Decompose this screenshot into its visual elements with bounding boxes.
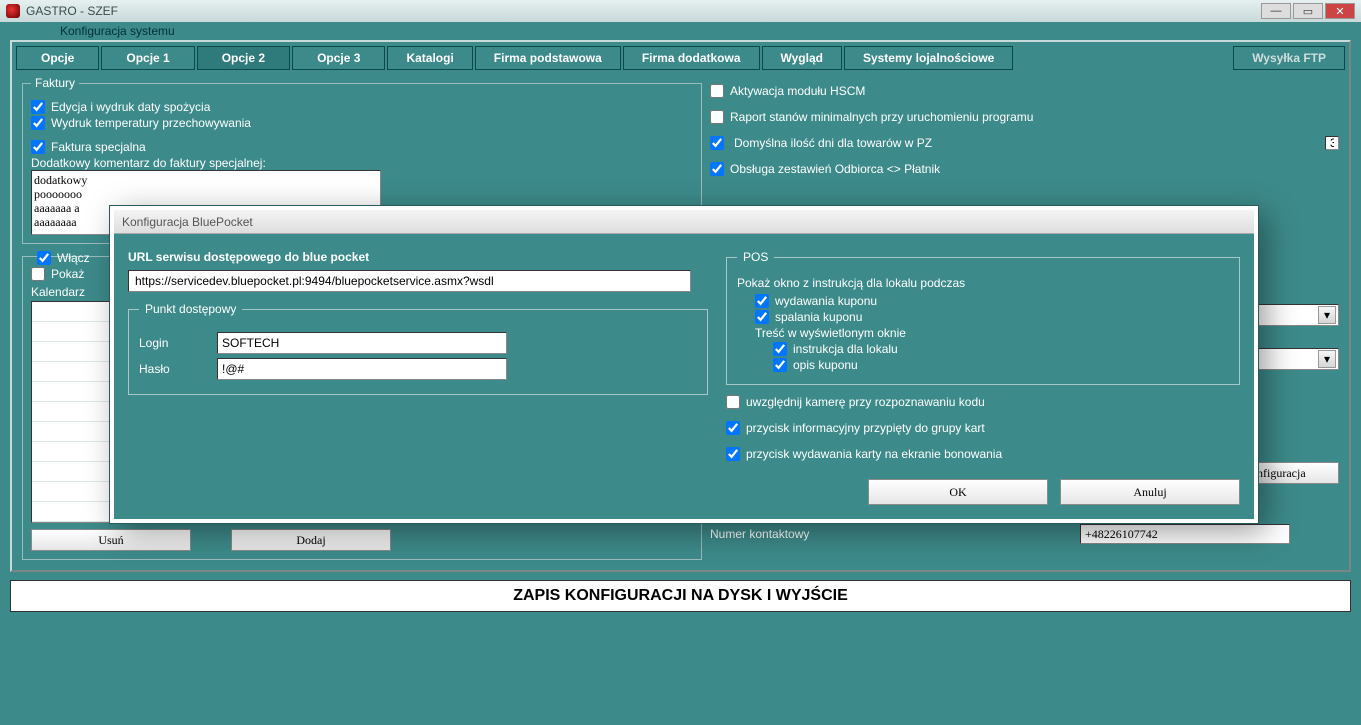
chk-odbiorca-platnik[interactable] — [710, 162, 724, 176]
zapis-wyjscie-button[interactable]: ZAPIS KONFIGURACJI NA DYSK I WYJŚCIE — [10, 580, 1351, 612]
input-dni-pz[interactable] — [1325, 136, 1339, 150]
chk-spalania-kuponu[interactable] — [755, 310, 769, 324]
punkt-dostepowy-fieldset: Punkt dostępowy Login Hasło — [128, 302, 708, 395]
lbl-hscm: Aktywacja modułu HSCM — [730, 84, 865, 98]
lbl-opis-kuponu: opis kuponu — [793, 358, 858, 372]
pos-header: Pokaż okno z instrukcją dla lokalu podcz… — [737, 276, 1229, 290]
app-icon — [6, 4, 20, 18]
label-haslo: Hasło — [139, 362, 209, 376]
lbl-wydawania-kuponu: wydawania kuponu — [775, 294, 877, 308]
pos-fieldset: POS Pokaż okno z instrukcją dla lokalu p… — [726, 250, 1240, 385]
punkt-dostepowy-legend: Punkt dostępowy — [139, 302, 242, 316]
lbl-pokaz: Pokaż — [51, 267, 84, 281]
label-login: Login — [139, 336, 209, 350]
chk-opis-kuponu[interactable] — [773, 358, 787, 372]
tab-firma-dodatkowa[interactable]: Firma dodatkowa — [623, 46, 760, 70]
chk-hscm[interactable] — [710, 84, 724, 98]
dialog-title: Konfiguracja BluePocket — [114, 210, 1254, 234]
lbl-dni-pz: Domyślna ilość dni dla towarów w PZ — [734, 136, 932, 150]
tab-firma-podstawowa[interactable]: Firma podstawowa — [475, 46, 621, 70]
input-url-serwisu[interactable] — [128, 270, 691, 292]
chevron-down-icon: ▾ — [1318, 306, 1336, 324]
label-url-serwisu: URL serwisu dostępowego do blue pocket — [128, 250, 708, 264]
ok-button[interactable]: OK — [868, 479, 1048, 505]
label-dodatkowy-komentarz: Dodatkowy komentarz do faktury specjalne… — [31, 156, 693, 170]
minimize-button[interactable]: — — [1261, 3, 1291, 19]
label-numer-kontaktowy: Numer kontaktowy — [710, 527, 1070, 541]
chevron-down-icon: ▾ — [1318, 350, 1336, 368]
tab-opcje3[interactable]: Opcje 3 — [292, 46, 385, 70]
usun-button[interactable]: Usuń — [31, 529, 191, 551]
faktury-legend: Faktury — [31, 76, 79, 90]
lbl-przycisk-info: przycisk informacyjny przypięty do grupy… — [746, 421, 985, 435]
tab-opcje2[interactable]: Opcje 2 — [197, 46, 290, 70]
lbl-kamera: uwzględnij kamerę przy rozpoznawaniu kod… — [746, 395, 985, 409]
lbl-raport-stanow: Raport stanów minimalnych przy uruchomie… — [730, 110, 1033, 124]
chk-wlacz[interactable] — [37, 251, 51, 265]
dodaj-button[interactable]: Dodaj — [231, 529, 391, 551]
titlebar: GASTRO - SZEF — ▭ ✕ — [0, 0, 1361, 22]
chk-spozycie[interactable] — [31, 100, 45, 114]
tab-katalogi[interactable]: Katalogi — [387, 46, 472, 70]
lbl-wlacz: Włącz — [57, 251, 90, 265]
lbl-spozycie: Edycja i wydruk daty spożycia — [51, 100, 210, 114]
tab-opcje1[interactable]: Opcje 1 — [101, 46, 194, 70]
chk-przycisk-wydawania[interactable] — [726, 447, 740, 461]
menu-item-konfiguracja[interactable]: Konfiguracja systemu — [60, 24, 175, 38]
window-title: GASTRO - SZEF — [26, 4, 118, 18]
chk-temperatura[interactable] — [31, 116, 45, 130]
tab-systemy-lojalnosciowe[interactable]: Systemy lojalnościowe — [844, 46, 1013, 70]
tab-wysylka-ftp[interactable]: Wysyłka FTP — [1233, 46, 1345, 70]
lbl-faktura-specjalna: Faktura specjalna — [51, 140, 146, 154]
lbl-instrukcja-lokalu: instrukcja dla lokalu — [793, 342, 898, 356]
chk-raport-stanow[interactable] — [710, 110, 724, 124]
anuluj-button[interactable]: Anuluj — [1060, 479, 1240, 505]
lbl-spalania-kuponu: spalania kuponu — [775, 310, 862, 324]
chk-kamera[interactable] — [726, 395, 740, 409]
chk-wydawania-kuponu[interactable] — [755, 294, 769, 308]
close-button[interactable]: ✕ — [1325, 3, 1355, 19]
chk-dni-pz[interactable] — [710, 136, 724, 150]
input-haslo[interactable] — [217, 358, 507, 380]
tab-opcje[interactable]: Opcje — [16, 46, 99, 70]
chk-pokaz[interactable] — [31, 267, 45, 281]
chk-instrukcja-lokalu[interactable] — [773, 342, 787, 356]
lbl-temperatura: Wydruk temperatury przechowywania — [51, 116, 251, 130]
lbl-odbiorca-platnik: Obsługa zestawień Odbiorca <> Płatnik — [730, 162, 940, 176]
input-login[interactable] — [217, 332, 507, 354]
tabs: Opcje Opcje 1 Opcje 2 Opcje 3 Katalogi F… — [16, 46, 1345, 70]
input-numer-kontaktowy[interactable] — [1080, 524, 1290, 544]
maximize-button[interactable]: ▭ — [1293, 3, 1323, 19]
menubar: Konfiguracja systemu — [0, 22, 1361, 40]
lbl-przycisk-wydawania: przycisk wydawania karty na ekranie bono… — [746, 447, 1002, 461]
tab-wyglad[interactable]: Wygląd — [762, 46, 842, 70]
chk-przycisk-info[interactable] — [726, 421, 740, 435]
bluepocket-dialog: Konfiguracja BluePocket URL serwisu dost… — [110, 206, 1258, 523]
pos-legend: POS — [737, 250, 774, 264]
chk-faktura-specjalna[interactable] — [31, 140, 45, 154]
label-tresc-okna: Treść w wyświetlonym oknie — [755, 326, 1229, 340]
